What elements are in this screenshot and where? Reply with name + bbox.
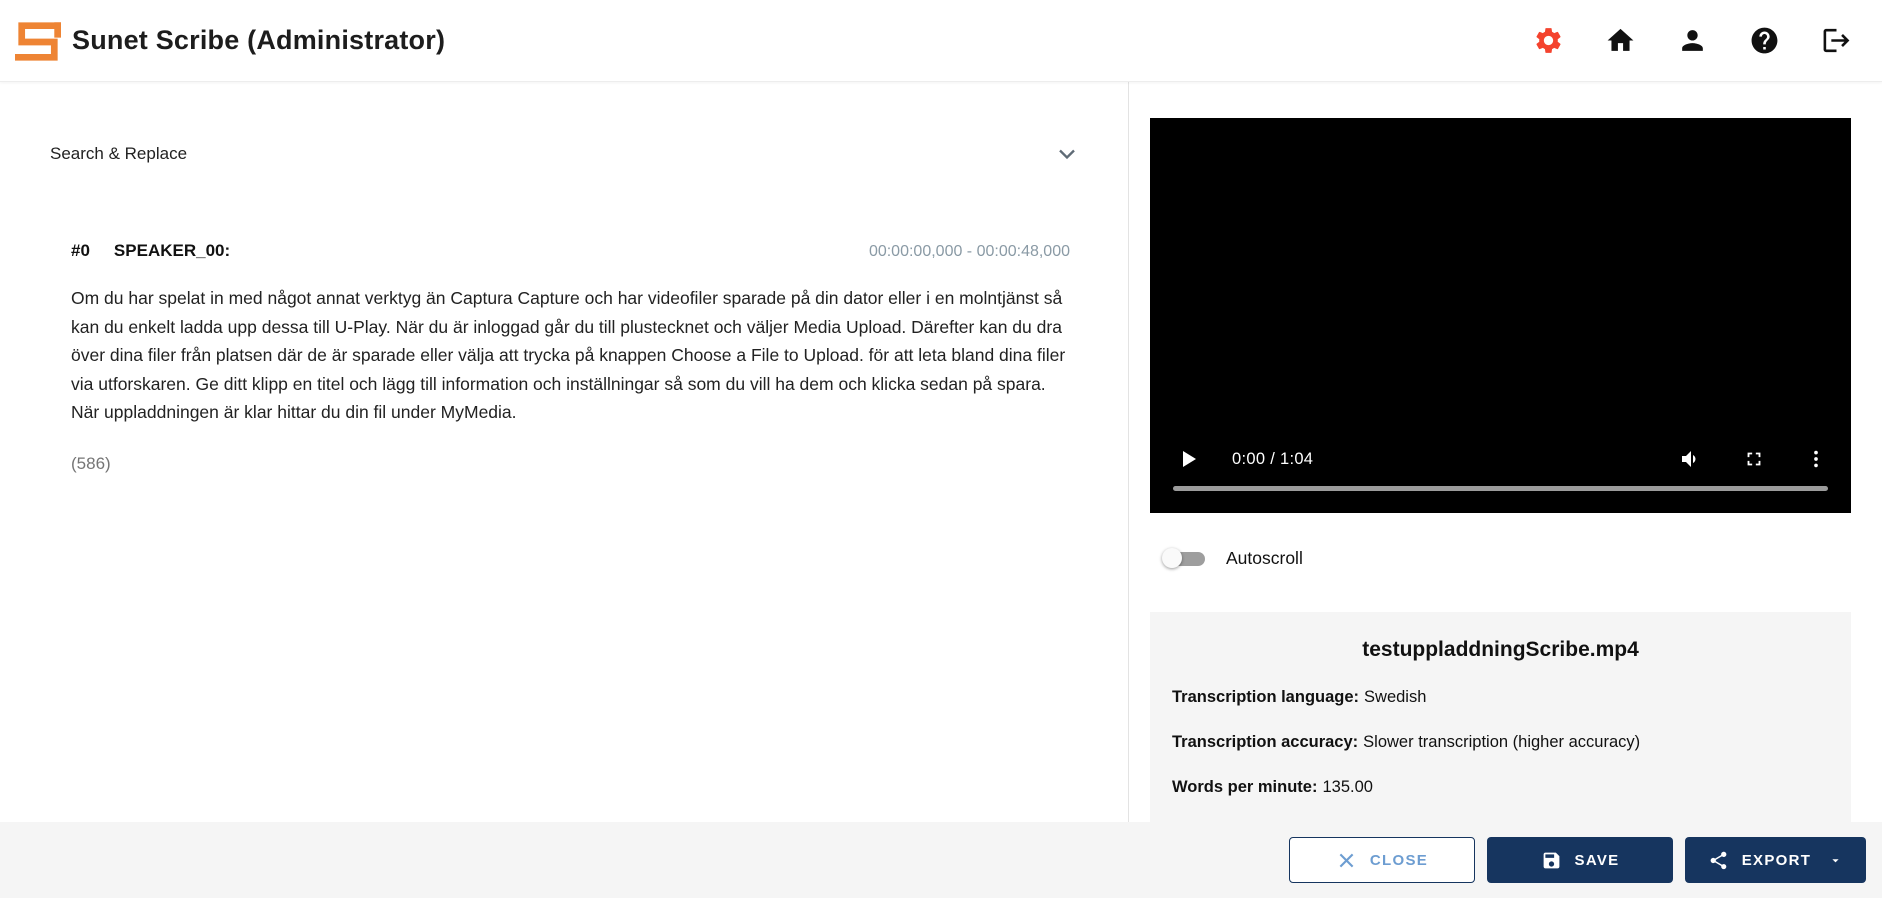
close-button-label: CLOSE [1369,851,1429,869]
save-icon [1541,850,1562,871]
app-window: Sunet Scribe (Administrator) Search & Re… [0,0,1882,898]
page-title: Sunet Scribe (Administrator) [72,25,446,55]
transcript-segment[interactable]: #0 SPEAKER_00: 00:00:00,000 - 00:00:48,0… [71,241,1070,474]
export-caret-icon [1828,853,1843,868]
media-panel: 0:00 / 1:04 Autoscroll testuppladdningSc… [1128,82,1882,822]
save-button[interactable]: SAVE [1487,837,1673,883]
home-icon[interactable] [1605,25,1636,56]
chevron-down-icon[interactable] [1052,139,1082,169]
video-controls-right [1679,447,1827,471]
settings-icon[interactable] [1533,25,1564,56]
export-button-label: EXPORT [1741,851,1812,869]
help-icon[interactable] [1749,25,1780,56]
media-filename: testuppladdningScribe.mp4 [1362,638,1639,661]
video-player[interactable]: 0:00 / 1:04 [1150,118,1851,513]
field-label: Words per minute: [1172,778,1318,796]
close-button[interactable]: CLOSE [1289,837,1475,883]
video-time-display: 0:00 / 1:04 [1232,449,1314,468]
transcript-panel: Search & Replace #0 SPEAKER_00: 00:00:00… [0,82,1128,822]
share-icon [1708,850,1729,871]
autoscroll-row: Autoscroll [1150,545,1851,571]
segment-index: #0 [71,241,90,260]
video-progress-bar[interactable] [1173,486,1828,491]
media-info-card: testuppladdningScribe.mp4 Transcription … [1150,612,1851,822]
segment-char-count: (586) [71,453,111,473]
info-field-wpm: Words per minute: 135.00 [1172,778,1829,797]
segment-header: #0 SPEAKER_00: 00:00:00,000 - 00:00:48,0… [71,241,1070,261]
header-actions [1533,25,1852,56]
play-icon[interactable] [1176,447,1200,471]
save-button-label: SAVE [1574,851,1620,869]
search-replace-label: Search & Replace [50,144,188,163]
field-label: Transcription language: [1172,688,1360,706]
profile-icon[interactable] [1677,25,1708,56]
search-replace-accordion[interactable]: Search & Replace [50,139,1082,169]
sunet-logo-icon [14,17,62,65]
volume-icon[interactable] [1679,447,1703,471]
field-value: Swedish [1364,688,1427,706]
export-button[interactable]: EXPORT [1685,837,1866,883]
logout-icon[interactable] [1821,25,1852,56]
field-value: Slower transcription (higher accuracy) [1363,733,1641,751]
info-field-accuracy: Transcription accuracy: Slower transcript… [1172,733,1829,752]
more-options-icon[interactable] [1805,448,1827,470]
action-footer: CLOSE SAVE EXPORT [0,822,1882,898]
app-header: Sunet Scribe (Administrator) [0,0,1882,82]
main-content: Search & Replace #0 SPEAKER_00: 00:00:00… [0,82,1882,822]
info-field-language: Transcription language: Swedish [1172,688,1829,707]
autoscroll-toggle[interactable] [1162,545,1210,571]
segment-text[interactable]: Om du har spelat in med något annat verk… [71,284,1066,427]
segment-timestamp: 00:00:00,000 - 00:00:48,000 [868,243,1070,260]
toggle-knob [1162,548,1182,568]
segment-speaker-label: SPEAKER_00: [113,241,231,260]
field-label: Transcription accuracy: [1172,733,1359,751]
fullscreen-icon[interactable] [1743,448,1765,470]
close-x-icon [1336,850,1357,871]
field-value: 135.00 [1322,778,1373,796]
autoscroll-label: Autoscroll [1226,547,1303,568]
video-controls: 0:00 / 1:04 [1176,447,1827,471]
